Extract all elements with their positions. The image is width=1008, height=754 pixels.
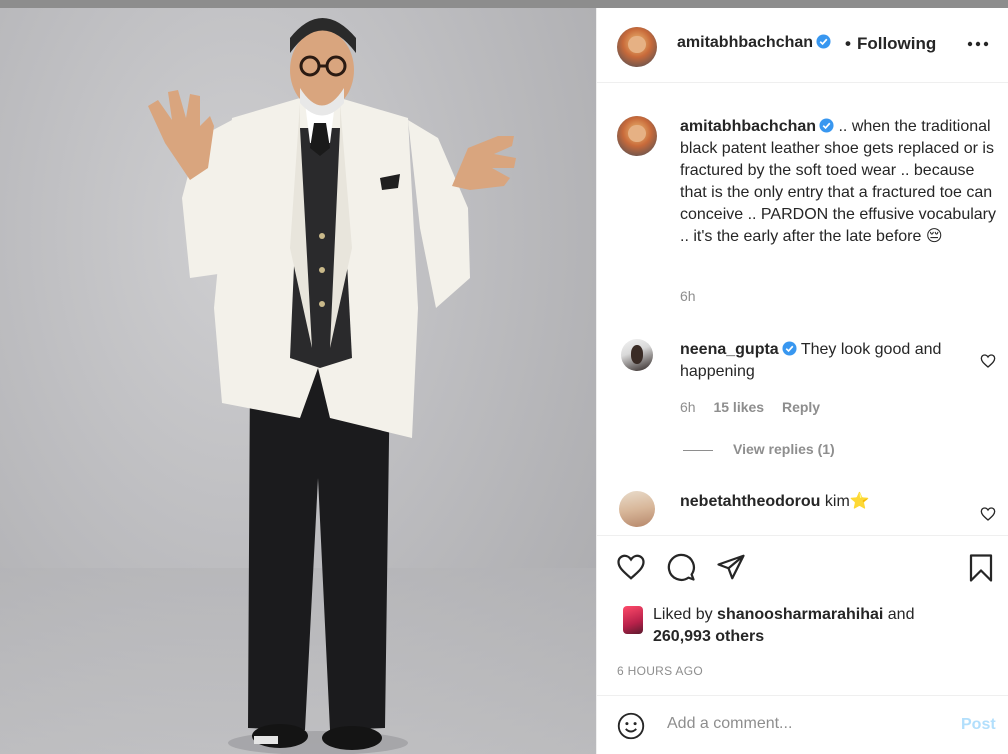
comment-time[interactable]: 6h	[680, 399, 696, 415]
add-comment-bar: Post	[597, 695, 1008, 754]
like-comment-heart-icon[interactable]	[980, 506, 996, 522]
comment-username[interactable]: neena_gupta	[680, 341, 779, 358]
author-avatar[interactable]	[617, 27, 657, 67]
liked-by-and: and	[887, 606, 915, 623]
post-side-panel: amitabhbachchan • Following amitabhbachch…	[596, 8, 1008, 754]
comment-avatar-nebeta[interactable]	[619, 491, 655, 527]
bookmark-icon[interactable]	[966, 552, 996, 584]
header-separator: •	[845, 34, 851, 53]
like-comment-heart-icon[interactable]	[980, 353, 996, 369]
view-replies-divider	[683, 449, 713, 451]
comment-icon[interactable]	[665, 552, 697, 582]
verified-badge-icon	[782, 341, 797, 356]
caption-time[interactable]: 6h	[680, 288, 696, 304]
post-photo[interactable]	[0, 8, 596, 754]
verified-badge-icon	[819, 118, 834, 133]
post-header: amitabhbachchan • Following	[597, 8, 1008, 83]
reply-button[interactable]: Reply	[782, 399, 820, 415]
sad-emoji: 😔	[925, 228, 943, 245]
liked-by-prefix: Liked by	[653, 606, 713, 623]
caption-body: .. when the traditional black patent lea…	[680, 118, 996, 245]
post-comment-button[interactable]: Post	[961, 716, 996, 734]
comment-username[interactable]: nebetahtheodorou	[680, 493, 820, 510]
verified-badge-icon	[816, 34, 831, 49]
browser-top-strip	[0, 0, 1008, 8]
liked-by-user[interactable]: shanoosharmarahihai	[717, 606, 883, 623]
heart-icon[interactable]	[615, 552, 647, 582]
smiley-icon[interactable]	[617, 712, 645, 740]
comments-list[interactable]: amitabhbachchan .. when the traditional …	[597, 83, 1008, 535]
author-username[interactable]: amitabhbachchan	[677, 34, 813, 51]
caption-avatar[interactable]	[617, 116, 657, 156]
post-photo-illustration	[0, 18, 596, 754]
author-name-row: amitabhbachchan	[677, 34, 831, 52]
comment-input[interactable]	[667, 715, 947, 733]
ellipsis-icon[interactable]	[965, 34, 991, 54]
comment-text: kim⭐	[824, 493, 870, 510]
caption: amitabhbachchan .. when the traditional …	[680, 116, 1002, 248]
comment-neena: neena_gupta They look good and happening	[680, 339, 980, 383]
comment-likes[interactable]: 15 likes	[713, 399, 764, 415]
caption-username[interactable]: amitabhbachchan	[680, 118, 816, 135]
liker-avatar[interactable]	[623, 606, 643, 634]
comment-nebeta: nebetahtheodorou kim⭐	[680, 491, 980, 513]
comment-avatar-neena[interactable]	[621, 339, 653, 371]
view-replies-button[interactable]: View replies (1)	[683, 441, 835, 457]
comment-meta-row: 6h 15 likes Reply	[680, 399, 820, 415]
likes-count[interactable]: 260,993 others	[653, 628, 764, 645]
view-replies-label: View replies (1)	[733, 441, 835, 457]
liked-by-summary: Liked by shanoosharmarahihai and 260,993…	[653, 604, 914, 648]
post-actions: Liked by shanoosharmarahihai and 260,993…	[597, 535, 1008, 754]
post-timestamp[interactable]: 6 HOURS AGO	[617, 664, 703, 678]
following-button[interactable]: Following	[857, 34, 936, 53]
share-icon[interactable]	[715, 552, 747, 582]
follow-status-row: • Following	[845, 34, 936, 54]
